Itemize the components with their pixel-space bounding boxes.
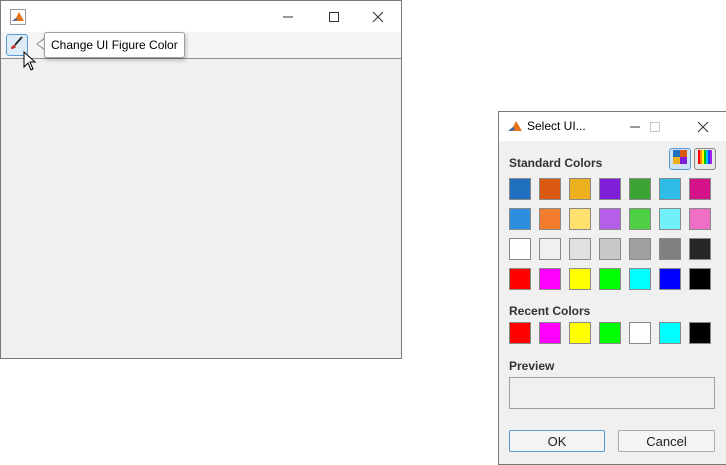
standard-color-swatch[interactable] <box>509 238 531 260</box>
ok-button[interactable]: OK <box>509 430 605 452</box>
maximize-button[interactable] <box>311 1 357 32</box>
figure-title-bar[interactable] <box>1 1 401 32</box>
preview-label: Preview <box>509 359 555 373</box>
dialog-close-button[interactable] <box>683 112 723 141</box>
color-preview-box <box>509 377 715 409</box>
standard-colors-label: Standard Colors <box>509 156 603 170</box>
standard-color-swatch[interactable] <box>659 178 681 200</box>
standard-color-swatch[interactable] <box>539 268 561 290</box>
standard-color-swatch[interactable] <box>569 178 591 200</box>
standard-color-swatch[interactable] <box>629 178 651 200</box>
color-spectrum-icon <box>698 149 712 169</box>
standard-color-swatch[interactable] <box>629 268 651 290</box>
matlab-logo-icon <box>10 9 26 25</box>
standard-color-swatch[interactable] <box>689 208 711 230</box>
standard-color-swatch[interactable] <box>599 208 621 230</box>
tooltip: Change UI Figure Color <box>44 32 185 58</box>
mouse-cursor-icon <box>23 50 37 71</box>
standard-color-swatch[interactable] <box>659 238 681 260</box>
dialog-title-bar[interactable]: Select UI... <box>499 112 726 141</box>
color-picker-dialog: Select UI... Standard Colors Recent Colo… <box>498 111 726 465</box>
palette-mode-button[interactable] <box>669 148 691 170</box>
standard-color-swatch[interactable] <box>629 208 651 230</box>
dialog-title: Select UI... <box>527 119 586 133</box>
matlab-logo-icon <box>507 119 523 135</box>
recent-color-swatch[interactable] <box>659 322 681 344</box>
recent-color-swatch[interactable] <box>539 322 561 344</box>
ui-figure-window: Change UI Figure Color <box>0 0 402 359</box>
recent-color-swatch[interactable] <box>689 322 711 344</box>
standard-color-swatch[interactable] <box>599 268 621 290</box>
standard-color-swatch[interactable] <box>689 178 711 200</box>
standard-color-swatch[interactable] <box>659 268 681 290</box>
standard-color-swatch[interactable] <box>569 238 591 260</box>
recent-colors-label: Recent Colors <box>509 304 591 318</box>
custom-color-mode-button[interactable] <box>694 148 716 170</box>
standard-color-swatch[interactable] <box>509 208 531 230</box>
close-button[interactable] <box>355 1 401 32</box>
standard-color-swatch[interactable] <box>599 238 621 260</box>
dialog-maximize-button <box>635 112 675 141</box>
recent-color-swatch[interactable] <box>629 322 651 344</box>
standard-color-swatch[interactable] <box>689 238 711 260</box>
standard-color-swatch[interactable] <box>569 268 591 290</box>
standard-color-swatch[interactable] <box>569 208 591 230</box>
standard-color-swatch[interactable] <box>509 268 531 290</box>
cancel-button[interactable]: Cancel <box>618 430 715 452</box>
standard-color-swatch[interactable] <box>629 238 651 260</box>
recent-color-swatch[interactable] <box>599 322 621 344</box>
palette-grid-icon <box>673 149 687 169</box>
recent-color-swatch[interactable] <box>509 322 531 344</box>
standard-color-swatch[interactable] <box>539 208 561 230</box>
standard-color-swatch[interactable] <box>689 268 711 290</box>
standard-color-swatch[interactable] <box>539 238 561 260</box>
standard-color-swatch[interactable] <box>539 178 561 200</box>
standard-color-swatch[interactable] <box>599 178 621 200</box>
standard-color-swatch[interactable] <box>509 178 531 200</box>
standard-color-swatch[interactable] <box>659 208 681 230</box>
minimize-button[interactable] <box>265 1 311 32</box>
recent-color-swatch[interactable] <box>569 322 591 344</box>
